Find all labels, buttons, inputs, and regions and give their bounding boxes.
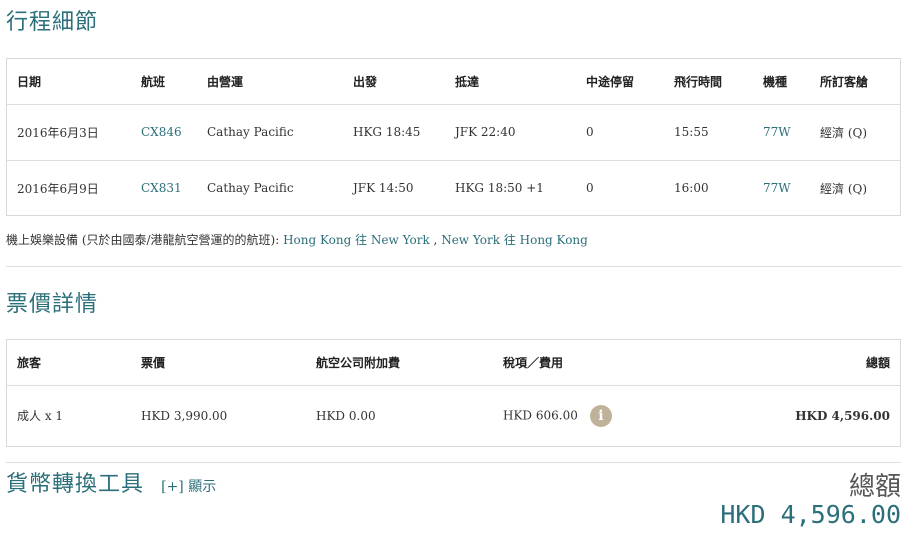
header-date: 日期 [17, 74, 42, 89]
taxes-amount: HKD 606.00 [503, 408, 578, 423]
flight-departure: JFK 14:50 [353, 181, 414, 196]
header-duration: 飛行時間 [674, 74, 723, 89]
flight-operator: Cathay Pacific [207, 181, 294, 196]
header-operator: 由營運 [207, 74, 244, 89]
header-passenger: 旅客 [17, 355, 42, 370]
info-icon[interactable]: i [589, 404, 612, 427]
table-row: 2016年6月9日 CX831 Cathay Pacific JFK 14:50… [7, 160, 900, 216]
flight-cabin: 經濟 (Q) [820, 181, 868, 196]
flight-stops: 0 [586, 181, 594, 196]
currency-converter: 貨幣轉換工具 [+] 顯示 [6, 466, 216, 498]
fare-amount: HKD 3,990.00 [141, 408, 228, 423]
itinerary-title: 行程細節 [6, 10, 99, 35]
header-total: 總額 [865, 355, 890, 370]
divider [6, 462, 901, 463]
flight-duration: 16:00 [674, 181, 709, 196]
fare-table: 旅客 票價 航空公司附加費 稅項／費用 總額 成人 x 1 HKD 3,990.… [7, 340, 900, 446]
inflight-entertainment-line: 機上娛樂設備 (只於由國泰/港龍航空營運的的航班): Hong Kong 往 N… [6, 231, 588, 248]
fare-details-title: 票價詳情 [6, 292, 99, 317]
header-flight: 航班 [141, 74, 166, 89]
table-row: 2016年6月3日 CX846 Cathay Pacific HKG 18:45… [7, 104, 900, 160]
header-surcharge: 航空公司附加費 [316, 355, 401, 370]
aircraft-link[interactable]: 77W [753, 160, 810, 216]
itinerary-table: 日期 航班 由營運 出發 抵達 中途停留 飛行時間 機種 所訂客艙 2016年6… [7, 59, 900, 216]
fare-header-row: 旅客 票價 航空公司附加費 稅項／費用 總額 [7, 340, 900, 385]
flight-date: 2016年6月3日 [17, 125, 99, 140]
flight-departure: HKG 18:45 [353, 125, 421, 139]
header-cabin: 所訂客艙 [820, 74, 869, 89]
grand-total-value: HKD 4,596.00 [720, 500, 901, 529]
header-aircraft: 機種 [763, 74, 788, 89]
ife-link-outbound[interactable]: Hong Kong 往 New York [283, 233, 430, 247]
itinerary-header-row: 日期 航班 由營運 出發 抵達 中途停留 飛行時間 機種 所訂客艙 [7, 59, 900, 104]
table-row: 成人 x 1 HKD 3,990.00 HKD 0.00 HKD 606.00 i… [7, 385, 900, 446]
flight-number-link[interactable]: CX846 [131, 104, 197, 160]
taxes-cell: HKD 606.00 i [493, 385, 693, 446]
header-departure: 出發 [353, 74, 378, 89]
itinerary-panel: 日期 航班 由營運 出發 抵達 中途停留 飛行時間 機種 所訂客艙 2016年6… [6, 58, 901, 216]
ife-label: 機上娛樂設備 (只於由國泰/港龍航空營運的的航班): [6, 233, 280, 247]
header-fare: 票價 [141, 355, 166, 370]
flight-operator: Cathay Pacific [207, 125, 294, 139]
fare-panel: 旅客 票價 航空公司附加費 稅項／費用 總額 成人 x 1 HKD 3,990.… [6, 339, 901, 447]
grand-total-label: 總額 [848, 472, 901, 502]
flight-date: 2016年6月9日 [17, 181, 99, 196]
flight-arrival: JFK 22:40 [455, 125, 516, 139]
flight-cabin: 經濟 (Q) [820, 125, 868, 140]
ife-link-return[interactable]: New York 往 Hong Kong [441, 233, 588, 247]
row-total-amount: HKD 4,596.00 [795, 408, 890, 423]
flight-number-link[interactable]: CX831 [131, 160, 197, 216]
header-stops: 中途停留 [586, 74, 635, 89]
flight-duration: 15:55 [674, 125, 709, 139]
header-taxes: 稅項／費用 [503, 355, 564, 370]
header-arrival: 抵達 [455, 74, 480, 89]
ife-separator: , [433, 233, 438, 247]
aircraft-link[interactable]: 77W [753, 104, 810, 160]
surcharge-amount: HKD 0.00 [316, 408, 376, 423]
passenger-type: 成人 x 1 [17, 409, 64, 424]
currency-converter-toggle[interactable]: [+] 顯示 [161, 479, 216, 495]
flight-arrival: HKG 18:50 +1 [455, 181, 544, 196]
flight-stops: 0 [586, 125, 594, 139]
divider [6, 266, 901, 267]
currency-converter-title: 貨幣轉換工具 [6, 472, 145, 497]
